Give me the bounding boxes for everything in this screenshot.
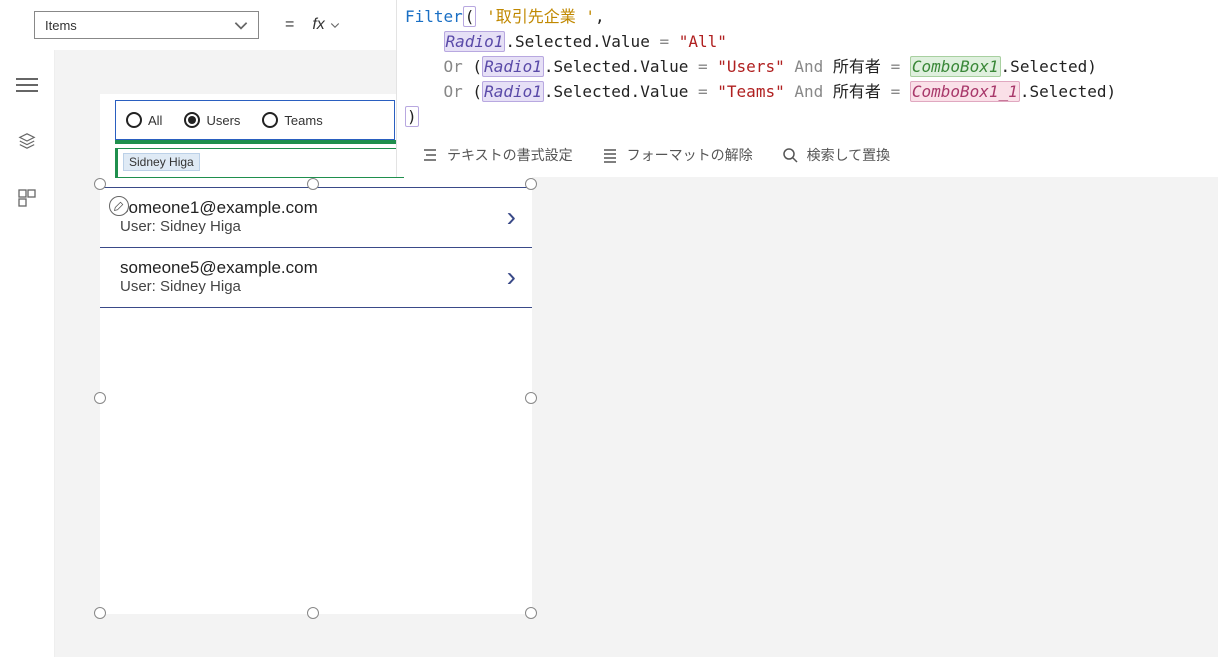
item-title: someone5@example.com [120,258,318,278]
fx-label[interactable]: fx [312,16,340,34]
formula-text[interactable]: Filter( '取引先企業 ', Radio1.Selected.Value … [397,0,1218,135]
selection-handle[interactable] [307,607,319,619]
chevron-down-icon [232,16,250,34]
item-subtitle: User: Sidney Higa [120,278,318,295]
unformat-icon [601,146,619,164]
combobox-control[interactable]: Sidney Higa [115,148,404,178]
chevron-right-icon[interactable]: › [507,201,516,233]
combobox-tag[interactable]: Sidney Higa [123,153,200,171]
item-subtitle: User: Sidney Higa [120,218,318,235]
property-dropdown[interactable]: Items [34,11,259,39]
divider [115,140,404,144]
selection-handle[interactable] [94,392,106,404]
chevron-down-icon [329,19,341,31]
gallery-item[interactable]: someone5@example.com User: Sidney Higa › [100,247,532,308]
gallery-items: someone1@example.com User: Sidney Higa ›… [100,187,532,308]
selection-handle[interactable] [94,178,106,190]
radio-control[interactable]: All Users Teams [115,100,395,140]
radio-option-teams[interactable]: Teams [262,112,322,128]
find-replace-button[interactable]: 検索して置換 [781,145,891,165]
item-title: someone1@example.com [120,198,318,218]
selection-handle[interactable] [525,607,537,619]
format-icon [421,146,439,164]
radio-icon [262,112,278,128]
layers-icon[interactable] [18,132,36,150]
formula-toolbar: テキストの書式設定 フォーマットの解除 検索して置換 [397,135,1218,177]
radio-icon [184,112,200,128]
hamburger-icon[interactable] [16,76,38,94]
chevron-right-icon[interactable]: › [507,261,516,293]
selection-handle[interactable] [525,392,537,404]
radio-icon [126,112,142,128]
edit-template-icon[interactable] [109,196,129,216]
left-rail [0,50,55,657]
selection-handle[interactable] [307,178,319,190]
radio-option-users[interactable]: Users [184,112,240,128]
remove-format-button[interactable]: フォーマットの解除 [601,145,753,165]
format-text-button[interactable]: テキストの書式設定 [421,145,573,165]
search-icon [781,146,799,164]
pencil-icon [113,200,125,212]
equals-label: = [285,16,294,34]
selection-handle[interactable] [94,607,106,619]
property-name: Items [45,18,77,33]
gallery-item[interactable]: someone1@example.com User: Sidney Higa › [100,187,532,247]
selection-handle[interactable] [525,178,537,190]
formula-bar[interactable]: Filter( '取引先企業 ', Radio1.Selected.Value … [396,0,1218,177]
radio-option-all[interactable]: All [126,112,162,128]
components-icon[interactable] [17,188,37,208]
